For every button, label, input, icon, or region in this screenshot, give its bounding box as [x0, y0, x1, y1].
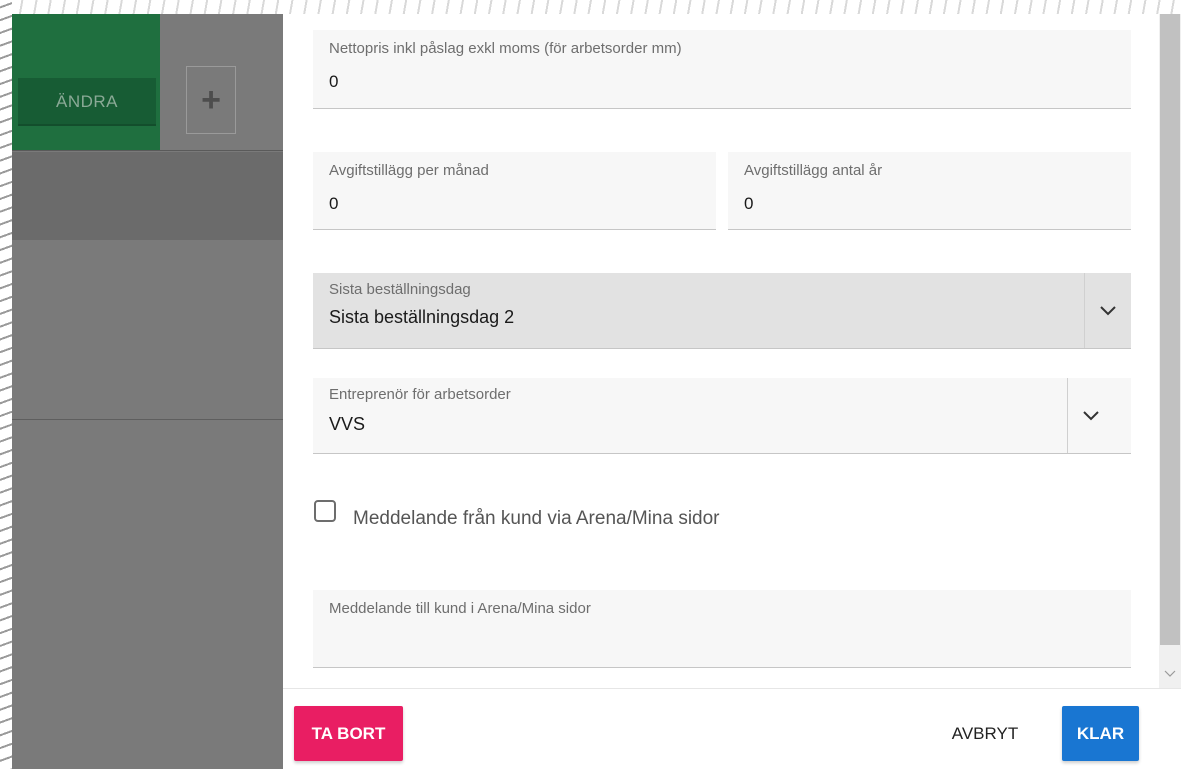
ok-button[interactable]: KLAR: [1062, 706, 1139, 761]
last-order-day-value: Sista beställningsdag 2: [329, 307, 515, 327]
fee-per-month-field[interactable]: Avgiftstillägg per månad 0: [313, 152, 716, 230]
torn-edge-left: [0, 0, 12, 769]
contractor-select[interactable]: Entreprenör för arbetsorder VVS: [313, 378, 1131, 454]
fee-per-month-value[interactable]: 0: [329, 194, 338, 214]
torn-edge-top: [0, 0, 1181, 14]
cancel-button[interactable]: AVBRYT: [939, 706, 1031, 761]
scroll-down-arrow-icon[interactable]: [1161, 663, 1179, 685]
edit-button[interactable]: ÄNDRA: [18, 78, 156, 126]
chevron-down-icon[interactable]: [1067, 378, 1114, 453]
message-to-customer-label: Meddelande till kund i Arena/Mina sidor: [329, 600, 591, 617]
divider: [0, 419, 283, 420]
plus-icon: +: [201, 80, 221, 119]
scrollbar-thumb[interactable]: [1160, 0, 1180, 645]
dialog-content: Nettopris inkl påslag exkl moms (för arb…: [283, 0, 1159, 688]
fee-per-month-label: Avgiftstillägg per månad: [329, 162, 489, 179]
contractor-label: Entreprenör för arbetsorder: [329, 386, 511, 403]
message-to-customer-field[interactable]: Meddelande till kund i Arena/Mina sidor: [313, 590, 1131, 668]
footer-divider: [283, 688, 1181, 689]
contractor-value: VVS: [329, 414, 366, 434]
divider: [0, 150, 283, 151]
edit-dialog: Nettopris inkl påslag exkl moms (för arb…: [283, 0, 1181, 769]
net-price-value[interactable]: 0: [329, 72, 338, 92]
message-from-customer-label[interactable]: Meddelande från kund via Arena/Mina sido…: [353, 508, 720, 530]
fee-years-value[interactable]: 0: [744, 194, 753, 214]
fee-years-field[interactable]: Avgiftstillägg antal år 0: [728, 152, 1131, 230]
fee-years-label: Avgiftstillägg antal år: [744, 162, 883, 179]
chevron-down-icon[interactable]: [1084, 273, 1131, 348]
background-app: ÄNDRA +: [0, 0, 283, 769]
background-band: [0, 152, 283, 240]
net-price-label: Nettopris inkl påslag exkl moms (för arb…: [329, 40, 682, 57]
message-from-customer-checkbox[interactable]: [314, 500, 336, 522]
delete-button[interactable]: TA BORT: [294, 706, 403, 761]
green-tile: [0, 0, 160, 150]
net-price-field[interactable]: Nettopris inkl påslag exkl moms (för arb…: [313, 30, 1131, 109]
last-order-day-label: Sista beställningsdag: [329, 281, 471, 298]
last-order-day-select[interactable]: Sista beställningsdag Sista beställnings…: [313, 273, 1131, 349]
add-button[interactable]: +: [186, 66, 236, 134]
